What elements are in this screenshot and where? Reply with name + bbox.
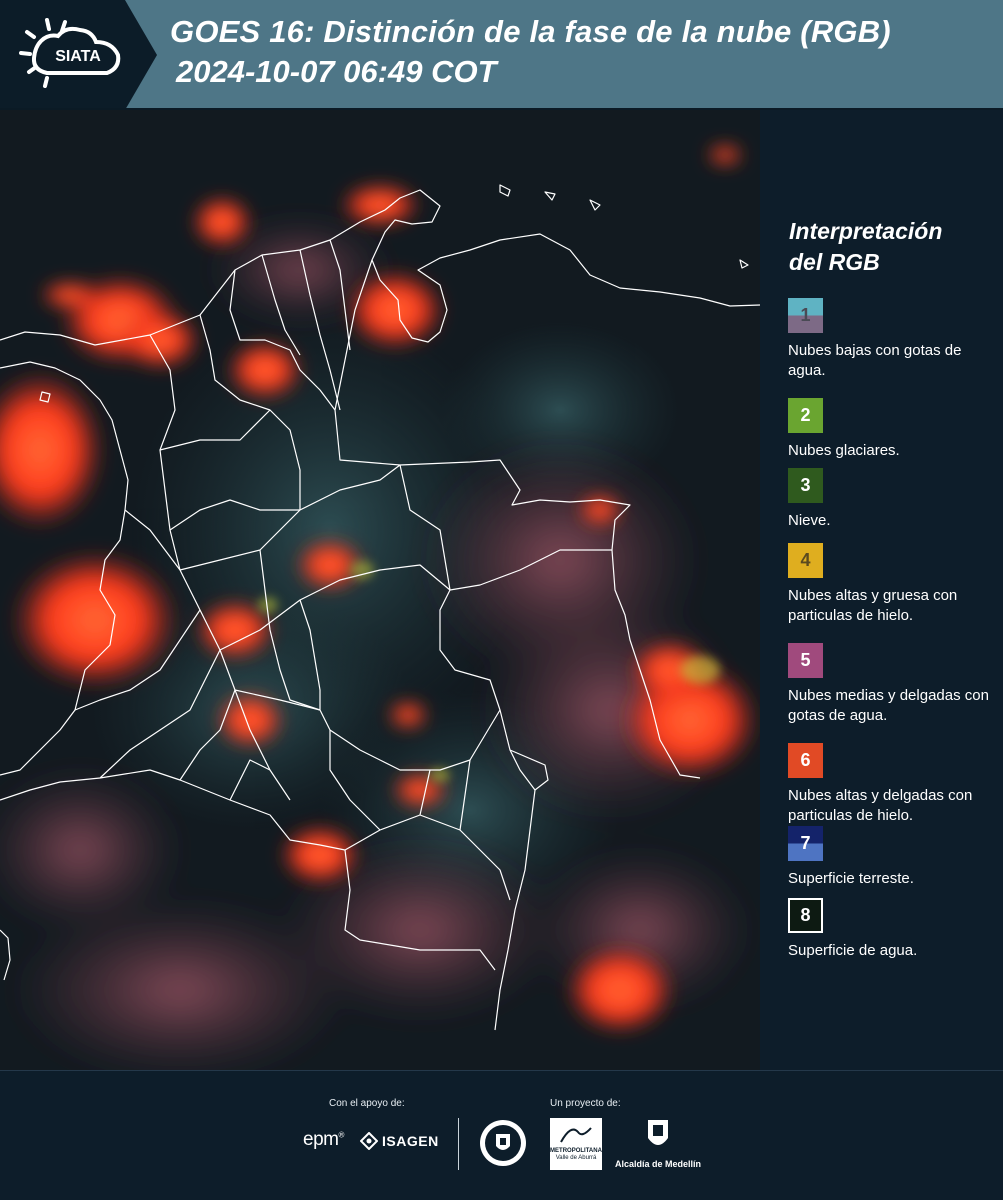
legend-swatch: 5 — [788, 643, 823, 678]
legend-swatch: 4 — [788, 543, 823, 578]
satellite-map — [0, 110, 760, 1070]
isagen-logo: ISAGEN — [360, 1132, 439, 1150]
page-title: GOES 16: Distinción de la fase de la nub… — [170, 14, 891, 49]
legend-item-3: 3 Nieve. — [788, 468, 1000, 531]
legend-swatch: 1 — [788, 298, 823, 333]
legend-swatch: 8 — [788, 898, 823, 933]
legend-label: Nubes altas y delgadas con particulas de… — [788, 787, 973, 824]
medellin-seal — [478, 1118, 528, 1173]
satellite-rgb-image — [0, 110, 760, 1070]
legend-item-5: 5 Nubes medias y delgadas con gotas de ag… — [788, 643, 1000, 726]
legend-label: Superficie de agua. — [788, 942, 918, 959]
legend-item-7: 7 Superficie terreste. — [788, 826, 1000, 889]
legend-title-line2: del RGB — [789, 249, 880, 275]
legend-label: Nieve. — [788, 512, 831, 529]
legend-item-8: 8 Superficie de agua. — [788, 898, 1000, 961]
legend-item-6: 6 Nubes altas y delgadas con particulas d… — [788, 743, 1000, 826]
legend-item-1: 1 Nubes bajas con gotas de agua. — [788, 298, 1000, 381]
legend-swatch: 6 — [788, 743, 823, 778]
legend-label: Superficie terreste. — [788, 870, 914, 887]
legend-label: Nubes glaciares. — [788, 442, 900, 459]
svg-text:SIATA: SIATA — [55, 48, 101, 65]
legend-swatch: 7 — [788, 826, 823, 861]
footer-divider — [458, 1118, 459, 1170]
legend-label: Nubes medias y delgadas con gotas de agu… — [788, 687, 989, 724]
legend-item-2: 2 Nubes glaciares. — [788, 398, 1000, 461]
legend-label: Nubes bajas con gotas de agua. — [788, 342, 962, 379]
footer: Con el apoyo de: Un proyecto de: epm® IS… — [0, 1070, 1003, 1200]
header: SIATA GOES 16: Distinción de la fase de … — [0, 0, 1003, 110]
legend-title-line1: Interpretación — [789, 218, 943, 244]
legend-panel: Interpretación del RGB 1 Nubes bajas con … — [760, 110, 1003, 1070]
epm-logo: epm® — [303, 1129, 344, 1150]
legend-item-4: 4 Nubes altas y gruesa con particulas de … — [788, 543, 1000, 626]
legend-swatch: 2 — [788, 398, 823, 433]
footer-divider-top — [0, 1070, 1003, 1071]
project-caption: Un proyecto de: — [550, 1098, 621, 1109]
support-caption: Con el apoyo de: — [329, 1098, 405, 1109]
legend-swatch: 3 — [788, 468, 823, 503]
legend-label: Nubes altas y gruesa con particulas de h… — [788, 587, 958, 624]
isagen-icon — [360, 1132, 378, 1150]
siata-logo: SIATA — [0, 0, 160, 110]
timestamp-title: 2024-10-07 06:49 COT — [176, 54, 497, 89]
legend-title: Interpretación del RGB — [789, 216, 989, 278]
alcaldia-medellin-logo: Alcaldía de Medellín — [612, 1118, 704, 1169]
area-metropolitana-logo: METROPOLITANA Valle de Aburrá — [550, 1118, 602, 1170]
